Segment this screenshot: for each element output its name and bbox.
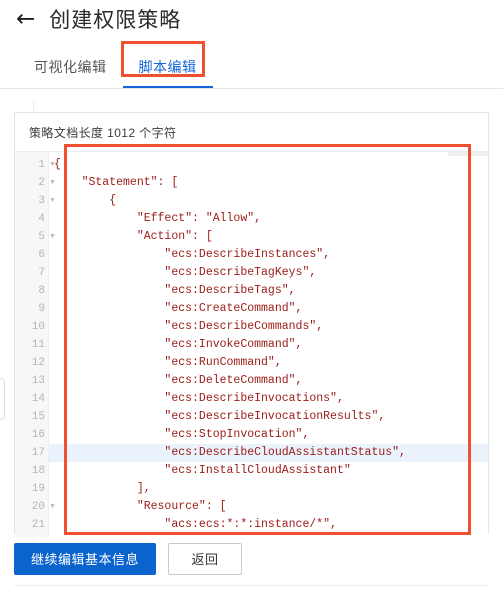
line-number: 3 ▼ [15, 192, 54, 210]
code-line[interactable]: "ecs:DescribeTags", [49, 282, 488, 300]
code-line[interactable]: "ecs:DescribeInstances", [49, 246, 488, 264]
code-line[interactable]: "Resource": [ [49, 498, 488, 516]
line-number: 20 ▼ [15, 498, 55, 516]
code-line[interactable]: "ecs:DeleteCommand", [49, 372, 488, 390]
line-number: 13 [31, 375, 45, 387]
code-line[interactable]: "ecs:DescribeInvocationResults", [49, 408, 488, 426]
line-number: 5 ▼ [15, 228, 54, 246]
page-title: 创建权限策略 [49, 9, 182, 32]
code-line[interactable]: "ecs:StopInvocation", [49, 426, 488, 444]
line-number: 15 [31, 411, 45, 423]
line-number: 17 [31, 447, 45, 459]
code-line[interactable]: { [49, 192, 488, 210]
line-number: 12 [31, 357, 45, 369]
code-editor[interactable]: 1 ▼ 2 ▼ 3 ▼ 4 5 ▼ 6 7 8 9 10 11 12 13 14 15 16 17 18 19 20 ▼ 21 {… [15, 152, 488, 537]
line-number: 6 [38, 249, 45, 261]
code-line[interactable]: "Action": [ [49, 228, 488, 246]
line-number: 2 ▼ [15, 174, 54, 192]
line-number: 16 [31, 429, 45, 441]
line-number: 9 [38, 303, 45, 315]
code-line[interactable]: "ecs:InstallCloudAssistant" [49, 462, 488, 480]
back-arrow-icon[interactable]: ← [16, 7, 35, 31]
line-number: 10 [31, 321, 45, 333]
code-line[interactable]: "Statement": [ [49, 174, 488, 192]
tab-script-editor[interactable]: 脚本编辑 [122, 57, 213, 88]
footer-actions: 继续编辑基本信息 返回 [14, 543, 489, 575]
code-line[interactable]: "ecs:DescribeInvocations", [49, 390, 488, 408]
code-line[interactable]: ], [49, 480, 488, 498]
line-number: 1 ▼ [15, 156, 54, 174]
code-line[interactable]: "acs:ecs:*:*:instance/*", [49, 516, 488, 534]
horizontal-scrollbar[interactable] [448, 152, 488, 156]
line-number: 8 [38, 285, 45, 297]
footer-divider [14, 585, 489, 586]
code-line[interactable]: "Effect": "Allow", [49, 210, 488, 228]
back-button[interactable]: 返回 [168, 543, 243, 575]
policy-editor-card: 策略文档长度 1012 个字符 1 ▼ 2 ▼ 3 ▼ 4 5 ▼ 6 7 8 9 10 11 12 13 14 1… [14, 112, 489, 537]
code-line[interactable]: "ecs:CreateCommand", [49, 300, 488, 318]
code-line[interactable]: "ecs:RunCommand", [49, 354, 488, 372]
code-line[interactable]: { [49, 156, 488, 174]
line-number: 21 [31, 519, 45, 531]
code-line[interactable]: "ecs:DescribeCommands", [49, 318, 488, 336]
code-line[interactable]: "ecs:DescribeTagKeys", [49, 264, 488, 282]
line-number: 11 [31, 339, 45, 351]
line-number: 19 [31, 483, 45, 495]
tab-bar: 可视化编辑 脚本编辑 [0, 41, 503, 89]
continue-edit-basic-info-button[interactable]: 继续编辑基本信息 [14, 543, 157, 575]
document-length-label: 策略文档长度 1012 个字符 [15, 113, 488, 152]
line-number: 18 [31, 465, 45, 477]
sidebar-collapse-handle[interactable] [0, 378, 5, 420]
line-number: 4 [38, 213, 45, 225]
line-number: 7 [38, 267, 45, 279]
code-line[interactable]: "ecs:InvokeCommand", [49, 336, 488, 354]
line-number-gutter: 1 ▼ 2 ▼ 3 ▼ 4 5 ▼ 6 7 8 9 10 11 12 13 14 15 16 17 18 19 20 ▼ 21 [15, 152, 55, 537]
tab-visual-editor[interactable]: 可视化编辑 [18, 57, 123, 88]
code-content[interactable]: { "Statement": [ { "Effect": "Allow", "A… [49, 152, 488, 537]
code-line[interactable]: "ecs:DescribeCloudAssistantStatus", [49, 444, 488, 462]
line-number: 14 [31, 393, 45, 405]
page-header: ← 创建权限策略 [0, 0, 503, 36]
